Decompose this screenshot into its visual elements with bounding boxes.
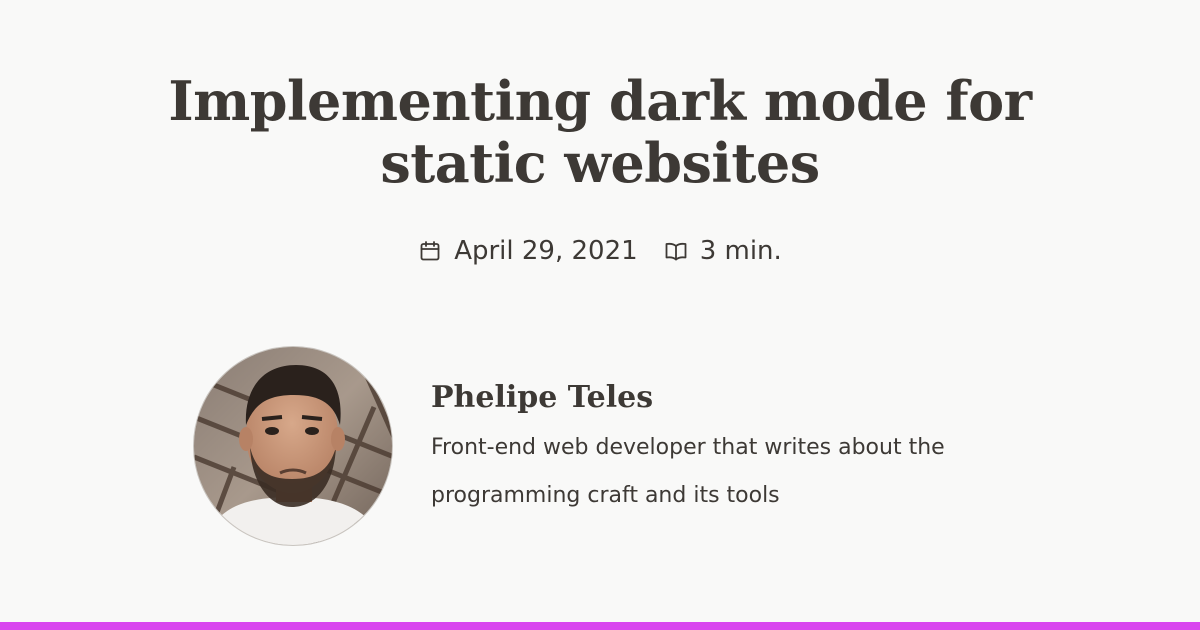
- author-name: Phelipe Teles: [431, 380, 654, 415]
- reading-time: 3 min.: [699, 236, 782, 266]
- author-bio: Front-end web developer that writes abou…: [431, 435, 945, 508]
- accent-bar: [0, 622, 1200, 630]
- post-date: April 29, 2021: [454, 236, 638, 266]
- post-title: Implementing dark mode for static websit…: [168, 69, 1032, 195]
- calendar-icon: [418, 239, 442, 263]
- author-card: Phelipe Teles Front-end web developer th…: [193, 346, 1013, 548]
- open-book-icon: [664, 239, 688, 263]
- author-avatar: [193, 346, 393, 546]
- post-meta: April 29, 2021 3 min.: [0, 230, 1200, 272]
